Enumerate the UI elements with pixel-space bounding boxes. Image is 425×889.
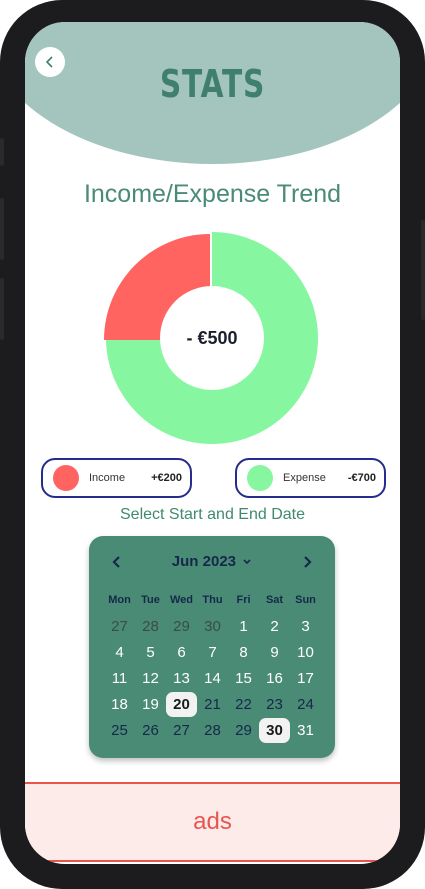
calendar-day[interactable]: 1 — [228, 614, 259, 639]
calendar-day[interactable]: 27 — [166, 718, 197, 743]
legend-expense: Expense -€700 — [235, 458, 386, 498]
calendar-day[interactable]: 10 — [290, 640, 321, 665]
weekday-label: Sun — [295, 594, 316, 606]
calendar-day[interactable]: 11 — [104, 666, 135, 691]
calendar-day[interactable]: 19 — [135, 692, 166, 717]
app-screen: STATS Income/Expense Trend - €500 Income… — [25, 22, 400, 864]
income-expense-donut-chart: - €500 — [104, 232, 318, 444]
calendar-day[interactable]: 14 — [197, 666, 228, 691]
calendar-day-selected[interactable]: 30 — [259, 718, 290, 743]
weekday-label: Fri — [236, 594, 251, 606]
calendar-day[interactable]: 28 — [197, 718, 228, 743]
calendar-grid: Mon Tue Wed Thu Fri Sat Sun 27 28 29 30 1 2 3 4 5 6 7 8 9 1… — [104, 594, 321, 744]
chart-title: Income/Expense Trend — [83, 180, 342, 208]
calendar-day[interactable]: 17 — [290, 666, 321, 691]
calendar-day[interactable]: 3 — [290, 614, 321, 639]
calendar-day[interactable]: 31 — [290, 718, 321, 743]
mute-switch — [0, 138, 4, 166]
calendar-day[interactable]: 29 — [228, 718, 259, 743]
chevron-down-icon — [243, 559, 251, 565]
calendar-day[interactable]: 13 — [166, 666, 197, 691]
calendar-day[interactable]: 15 — [228, 666, 259, 691]
calendar-day[interactable]: 22 — [228, 692, 259, 717]
calendar-weeks: 27 28 29 30 1 2 3 4 5 6 7 8 9 10 11 12 13 14 15 16 17 18 19 20 2… — [104, 614, 321, 743]
calendar-day[interactable]: 25 — [104, 718, 135, 743]
ad-label: ads — [193, 808, 232, 835]
calendar-day[interactable]: 21 — [197, 692, 228, 717]
legend-expense-label: Expense — [283, 472, 326, 484]
calendar-day[interactable]: 18 — [104, 692, 135, 717]
calendar-day[interactable]: 8 — [228, 640, 259, 665]
calendar-day[interactable]: 27 — [104, 614, 135, 639]
legend-expense-value: -€700 — [347, 472, 376, 484]
volume-up-button — [0, 198, 4, 260]
calendar-day[interactable]: 6 — [166, 640, 197, 665]
calendar-day[interactable]: 23 — [259, 692, 290, 717]
calendar-day[interactable]: 24 — [290, 692, 321, 717]
month-year-label: Jun 2023 — [171, 553, 237, 570]
calendar-week-row: 18 19 20 21 22 23 24 — [104, 692, 321, 717]
ad-banner[interactable]: ads — [25, 782, 400, 862]
weekday-label: Thu — [202, 594, 223, 606]
legend-income-label: Income — [89, 472, 126, 484]
calendar-day-selected[interactable]: 20 — [166, 692, 197, 717]
calendar-day[interactable]: 7 — [197, 640, 228, 665]
page-title: STATS — [159, 62, 266, 106]
chevron-left-icon — [45, 56, 53, 68]
calendar-week-row: 27 28 29 30 1 2 3 — [104, 614, 321, 639]
calendar-day[interactable]: 2 — [259, 614, 290, 639]
calendar-day[interactable]: 16 — [259, 666, 290, 691]
back-button[interactable] — [35, 47, 65, 77]
weekday-row: Mon Tue Wed Thu Fri Sat Sun — [104, 594, 321, 606]
weekday-label: Sat — [265, 594, 284, 606]
chevron-right-icon — [304, 556, 312, 568]
calendar-week-row: 11 12 13 14 15 16 17 — [104, 666, 321, 691]
calendar-week-row: 4 5 6 7 8 9 10 — [104, 640, 321, 665]
calendar-day[interactable]: 4 — [104, 640, 135, 665]
legend-income-value: +€200 — [151, 472, 182, 484]
income-color-dot — [53, 465, 79, 491]
date-range-calendar: Jun 2023 Mon Tue Wed Thu Fri Sat Sun 27 28 29 30 1… — [89, 536, 335, 758]
volume-down-button — [0, 278, 4, 340]
calendar-week-row: 25 26 27 28 29 30 31 — [104, 718, 321, 743]
date-range-hint: Select Start and End Date — [120, 506, 305, 523]
phone-frame: STATS Income/Expense Trend - €500 Income… — [0, 0, 425, 889]
calendar-day[interactable]: 5 — [135, 640, 166, 665]
next-month-button[interactable] — [297, 552, 317, 572]
calendar-day[interactable]: 30 — [197, 614, 228, 639]
calendar-day[interactable]: 29 — [166, 614, 197, 639]
power-button — [421, 220, 425, 320]
calendar-day[interactable]: 28 — [135, 614, 166, 639]
donut-center-label: - €500 — [186, 328, 237, 348]
weekday-label: Wed — [169, 594, 194, 606]
calendar-day[interactable]: 26 — [135, 718, 166, 743]
calendar-header: Jun 2023 — [89, 552, 335, 572]
legend-income: Income +€200 — [41, 458, 192, 498]
weekday-label: Tue — [141, 594, 160, 606]
calendar-day[interactable]: 9 — [259, 640, 290, 665]
weekday-label: Mon — [108, 594, 131, 606]
expense-color-dot — [247, 465, 273, 491]
calendar-day[interactable]: 12 — [135, 666, 166, 691]
